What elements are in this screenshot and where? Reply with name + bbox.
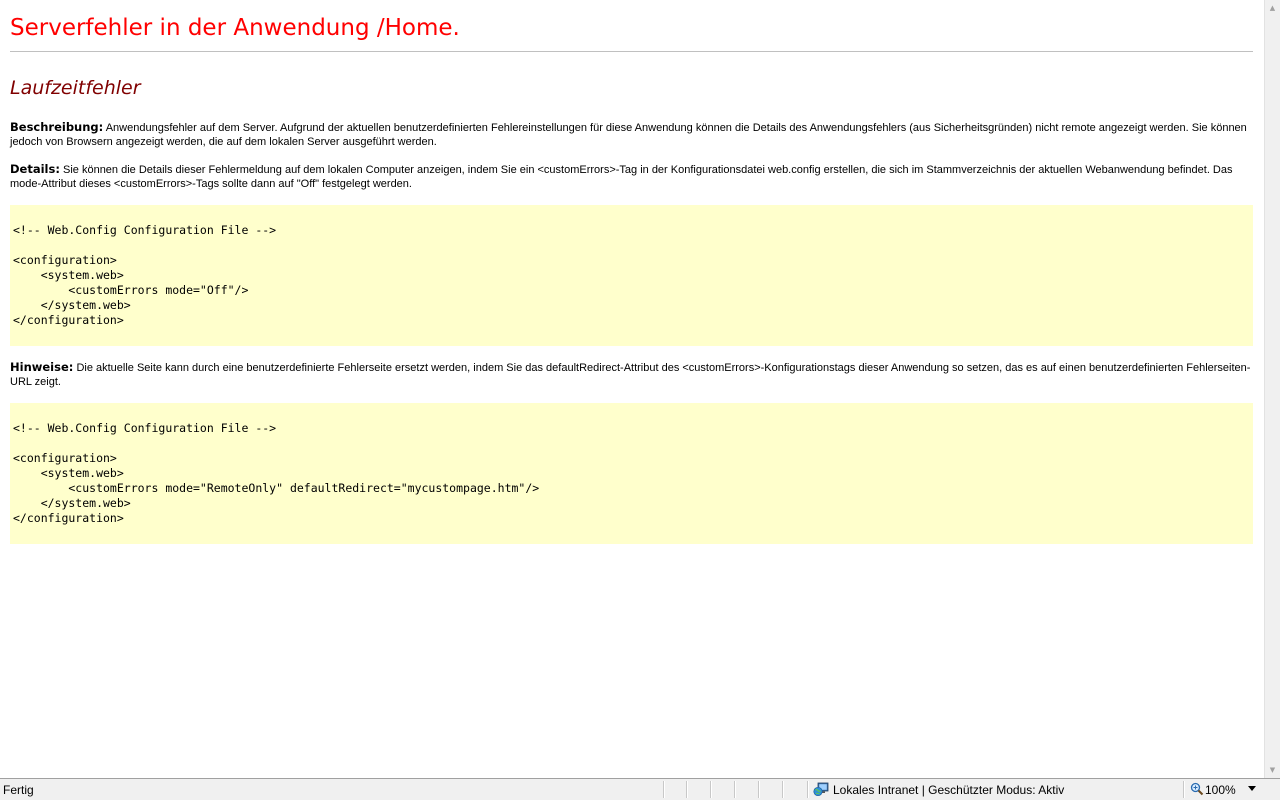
security-zone-text[interactable]: Lokales Intranet | Geschützter Modus: Ak… xyxy=(833,783,1064,797)
config-code-block-remoteonly: <!-- Web.Config Configuration File --> <… xyxy=(10,403,1253,544)
status-separator xyxy=(734,781,736,798)
details-paragraph: Details: Sie können die Details dieser F… xyxy=(10,162,1253,191)
vertical-scrollbar[interactable]: ▲ ▼ xyxy=(1264,0,1280,778)
status-separator xyxy=(710,781,712,798)
intranet-zone-icon[interactable] xyxy=(813,782,829,797)
details-label: Details: xyxy=(10,162,60,176)
hints-paragraph: Hinweise: Die aktuelle Seite kann durch … xyxy=(10,360,1253,389)
status-separator xyxy=(686,781,688,798)
hints-label: Hinweise: xyxy=(10,360,74,374)
description-label: Beschreibung: xyxy=(10,120,104,134)
details-text: Sie können die Details dieser Fehlermeld… xyxy=(10,164,1233,190)
status-separator xyxy=(663,781,665,798)
scroll-up-arrow-icon[interactable]: ▲ xyxy=(1265,0,1280,16)
config-code-remoteonly: <!-- Web.Config Configuration File --> <… xyxy=(13,421,540,525)
error-subtitle: Laufzeitfehler xyxy=(10,77,141,99)
hints-text: Die aktuelle Seite kann durch eine benut… xyxy=(10,362,1251,388)
status-separator xyxy=(807,781,809,798)
chevron-down-icon[interactable] xyxy=(1248,786,1256,791)
status-separator xyxy=(758,781,760,798)
status-separator xyxy=(1183,781,1185,798)
status-bar: Fertig Lokales Intranet | Geschützter Mo… xyxy=(0,778,1280,800)
description-text: Anwendungsfehler auf dem Server. Aufgrun… xyxy=(10,122,1247,148)
zoom-level[interactable]: 100% xyxy=(1205,783,1236,797)
scroll-down-arrow-icon[interactable]: ▼ xyxy=(1265,762,1280,778)
config-code-block-off: <!-- Web.Config Configuration File --> <… xyxy=(10,205,1253,346)
title-divider xyxy=(10,51,1253,52)
config-code-off: <!-- Web.Config Configuration File --> <… xyxy=(13,223,277,327)
page-title: Serverfehler in der Anwendung /Home. xyxy=(10,15,460,41)
status-text: Fertig xyxy=(3,783,34,797)
zoom-magnifier-icon[interactable] xyxy=(1190,782,1204,796)
status-separator xyxy=(782,781,784,798)
description-paragraph: Beschreibung: Anwendungsfehler auf dem S… xyxy=(10,120,1253,149)
browser-viewport: Serverfehler in der Anwendung /Home. Lau… xyxy=(0,0,1264,778)
